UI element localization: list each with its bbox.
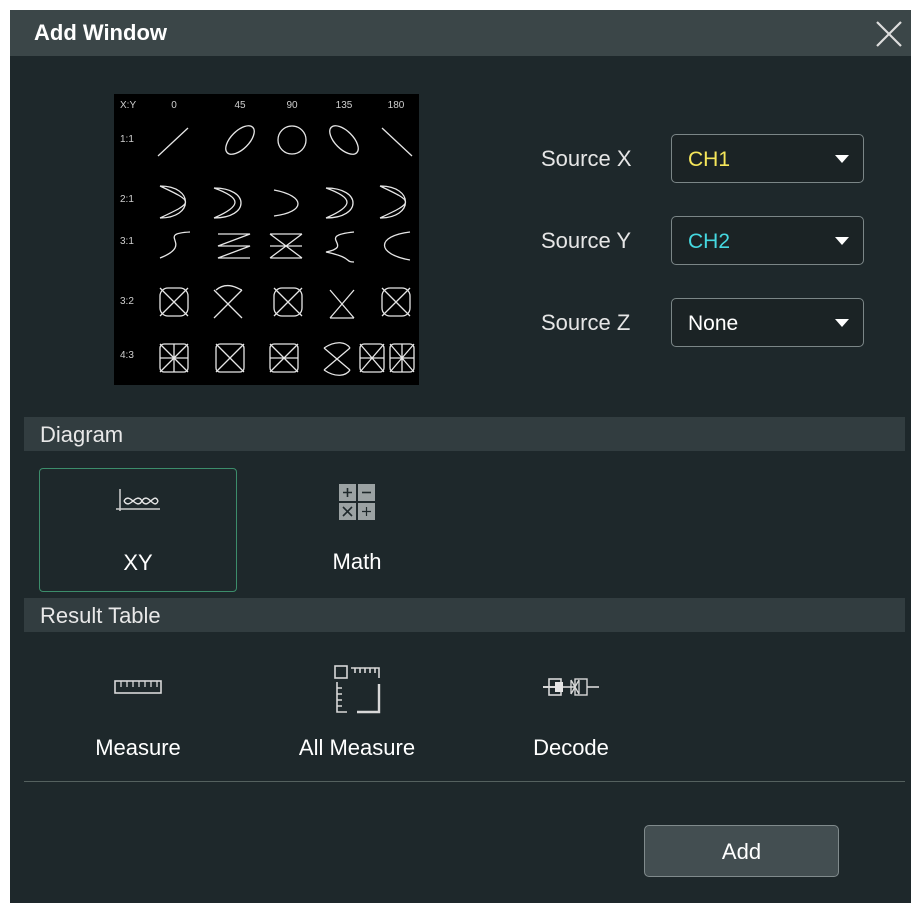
diagram-item-xy[interactable]: XY — [39, 468, 237, 592]
phase-label: 135 — [336, 100, 353, 111]
add-button-label: Add — [721, 839, 762, 864]
decode-icon — [543, 678, 599, 696]
result-table-section-label: Result Table — [40, 603, 161, 628]
lissajous-reference-image: X:Y 0 45 90 135 180 1:1 2:1 3:1 3:2 4:3 — [114, 94, 419, 385]
lissajous-header: X:Y — [120, 100, 136, 111]
phase-label: 180 — [388, 100, 405, 111]
source-y-value: CH2 — [688, 230, 731, 253]
xy-icon — [116, 489, 160, 511]
diagram-section-header: Diagram — [24, 417, 905, 451]
diagram-item-label: Math — [332, 549, 382, 574]
caret-down-icon — [835, 319, 849, 327]
result-item-label: Measure — [95, 735, 181, 760]
footer-divider — [24, 781, 905, 782]
result-item-label: All Measure — [298, 735, 416, 760]
result-item-decode[interactable]: Decode — [472, 654, 670, 766]
caret-down-icon — [835, 155, 849, 163]
close-icon[interactable] — [873, 18, 905, 50]
result-item-label: Decode — [533, 735, 609, 760]
ratio-label: 1:1 — [120, 134, 134, 145]
source-z-label: Source Z — [541, 310, 631, 335]
ratio-label: 3:1 — [120, 236, 134, 247]
source-y-label: Source Y — [541, 228, 632, 253]
phase-label: 90 — [286, 100, 298, 111]
result-item-measure[interactable]: Measure — [39, 654, 237, 766]
phase-label: 45 — [234, 100, 246, 111]
result-item-all-measure[interactable]: All Measure — [258, 654, 456, 766]
diagram-section-label: Diagram — [40, 422, 124, 447]
result-table-section-header: Result Table — [24, 598, 905, 632]
source-x-value: CH1 — [688, 148, 731, 171]
source-z-dropdown[interactable]: None — [671, 298, 864, 347]
caret-down-icon — [835, 237, 849, 245]
source-z-value: None — [688, 312, 739, 335]
diagram-item-label: XY — [123, 550, 153, 575]
source-x-dropdown[interactable]: CH1 — [671, 134, 864, 183]
add-button[interactable]: Add — [644, 825, 839, 877]
all-measure-icon — [334, 665, 381, 714]
source-y-dropdown[interactable]: CH2 — [671, 216, 864, 265]
source-x-label: Source X — [541, 146, 632, 171]
add-window-dialog: Add Window X:Y 0 45 90 135 180 1:1 2:1 3… — [10, 10, 911, 903]
dialog-title: Add Window — [34, 20, 167, 45]
ratio-label: 2:1 — [120, 194, 134, 205]
ratio-label: 4:3 — [120, 350, 134, 361]
math-icon — [339, 484, 375, 520]
title-bar: Add Window — [10, 10, 911, 56]
ratio-label: 3:2 — [120, 296, 134, 307]
phase-label: 0 — [171, 100, 177, 111]
ruler-icon — [114, 680, 162, 694]
diagram-item-math[interactable]: Math — [258, 468, 456, 592]
